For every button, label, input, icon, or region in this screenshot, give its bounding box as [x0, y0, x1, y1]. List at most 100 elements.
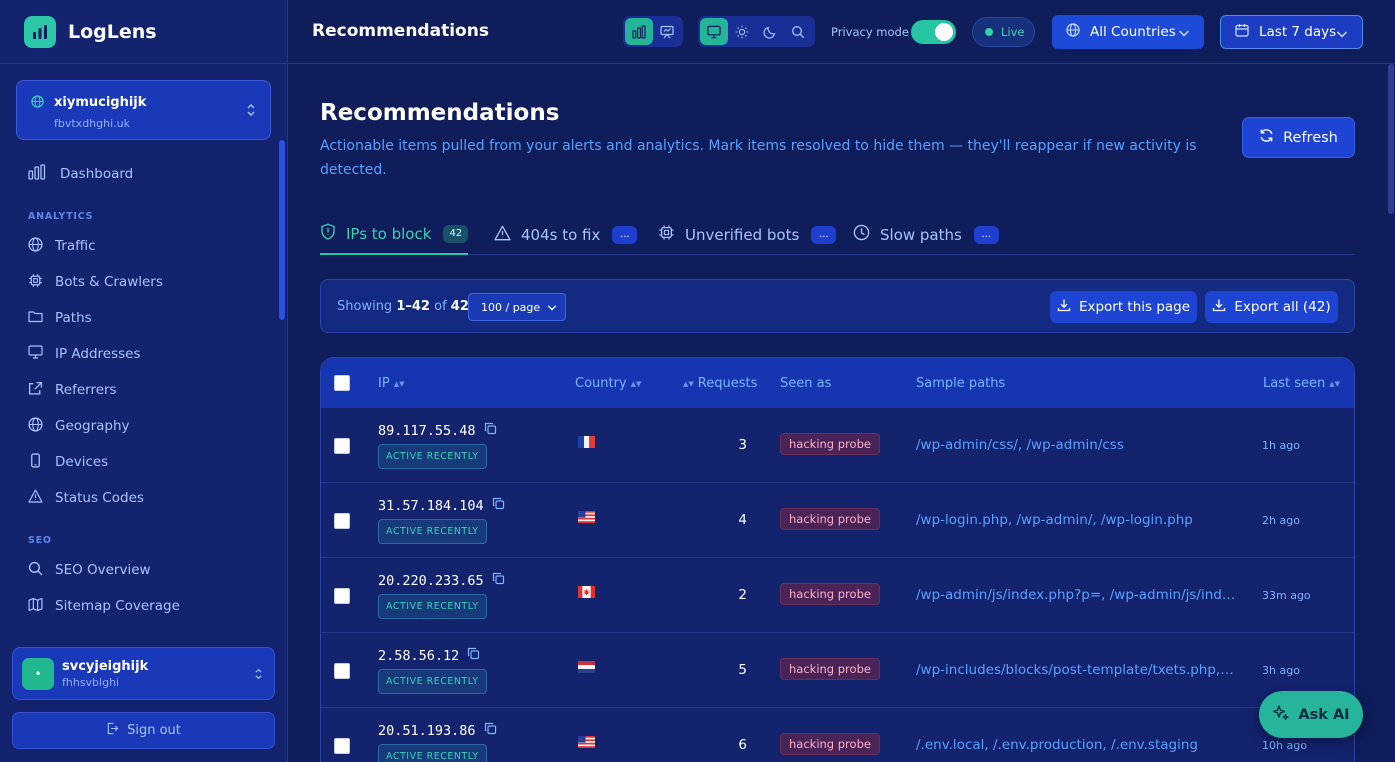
live-indicator[interactable]: Live	[972, 17, 1035, 47]
date-range-select[interactable]: Last 7 days	[1220, 15, 1363, 49]
sort-icon: ▲▼	[630, 379, 642, 388]
warning-icon	[494, 225, 511, 245]
sample-paths[interactable]: /.env.local, /.env.production, /.env.sta…	[916, 737, 1236, 753]
sidebar-item-traffic[interactable]: Traffic	[0, 228, 280, 264]
table-row[interactable]: 2.58.56.12 ACTIVE RECENTLY 5 hacking pro…	[321, 632, 1354, 707]
tab-404s-to-fix[interactable]: 404s to fix ...	[494, 214, 638, 255]
page-scrollbar[interactable]	[1387, 64, 1395, 762]
sample-paths[interactable]: /wp-admin/css/, /wp-admin/css	[916, 437, 1236, 453]
export-all-button[interactable]: Export all (42)	[1205, 291, 1338, 323]
last-seen: 1h ago	[1262, 439, 1300, 452]
ip-value: 2.58.56.12	[378, 647, 460, 664]
sidebar-item-sitemap-coverage[interactable]: Sitemap Coverage	[0, 588, 280, 624]
seen-as-badge: hacking probe	[780, 508, 880, 530]
logo-chart-icon	[24, 15, 56, 48]
system-theme-button[interactable]	[700, 18, 728, 45]
status-badge: ACTIVE RECENTLY	[378, 444, 487, 469]
copy-icon[interactable]	[484, 722, 497, 739]
column-label: Seen as	[780, 376, 832, 391]
scrollbar-thumb[interactable]	[1388, 64, 1394, 214]
sample-paths[interactable]: /wp-login.php, /wp-admin/, /wp-login.php	[916, 512, 1236, 528]
chip-icon	[28, 273, 43, 292]
sidebar-item-status-codes[interactable]: Status Codes	[0, 480, 280, 516]
row-checkbox[interactable]	[334, 438, 350, 454]
column-header-country[interactable]: Country ▲▼	[575, 376, 641, 391]
row-checkbox[interactable]	[334, 663, 350, 679]
country-select[interactable]: All Countries	[1052, 15, 1204, 49]
sort-icon: ▲▼	[1329, 379, 1341, 388]
copy-icon[interactable]	[492, 497, 505, 514]
per-page-value: 100 / page	[481, 300, 541, 314]
privacy-mode-toggle[interactable]	[911, 20, 956, 44]
site-switcher[interactable]: xiymucighijk fbvtxdhghi.uk	[16, 80, 271, 140]
tab-unverified-bots[interactable]: Unverified bots ...	[658, 214, 837, 255]
nav-section-seo: SEO	[28, 535, 52, 546]
per-page-select[interactable]: 100 / page	[468, 293, 566, 321]
column-label: Country	[575, 376, 627, 391]
table-row[interactable]: 31.57.184.104 ACTIVE RECENTLY 4 hacking …	[321, 482, 1354, 557]
table-row[interactable]: 89.117.55.48 ACTIVE RECENTLY 3 hacking p…	[321, 407, 1354, 482]
search-button[interactable]	[784, 18, 812, 45]
live-label: Live	[1001, 25, 1025, 39]
copy-icon[interactable]	[467, 647, 480, 664]
bar-chart-icon	[28, 164, 46, 184]
chevron-down-icon	[547, 302, 557, 315]
select-all-checkbox[interactable]	[334, 375, 350, 391]
tab-label: 404s to fix	[521, 225, 601, 244]
country-value: All Countries	[1090, 24, 1176, 40]
presentation-view-button[interactable]	[653, 18, 681, 45]
sign-out-label: Sign out	[127, 723, 181, 738]
live-dot-icon	[985, 28, 993, 36]
sidebar-item-label: Bots & Crawlers	[55, 274, 163, 290]
row-checkbox[interactable]	[334, 513, 350, 529]
tab-slow-paths[interactable]: Slow paths ...	[853, 214, 999, 255]
ip-value: 31.57.184.104	[378, 497, 484, 514]
copy-icon[interactable]	[484, 422, 497, 439]
user-menu[interactable]: • svcyjeighijk fhhsvblghi	[12, 647, 275, 700]
sidebar-item-referrers[interactable]: Referrers	[0, 372, 280, 408]
sidebar-item-bots[interactable]: Bots & Crawlers	[0, 264, 280, 300]
chart-view-button[interactable]	[625, 18, 653, 45]
dark-theme-button[interactable]	[756, 18, 784, 45]
toggle-knob	[935, 23, 953, 41]
ip-address: 2.58.56.12	[378, 647, 480, 664]
column-header-requests[interactable]: ▲▼ Requests	[683, 376, 757, 391]
column-header-last-seen[interactable]: Last seen ▲▼	[1263, 376, 1340, 391]
row-checkbox[interactable]	[334, 738, 350, 754]
export-page-button[interactable]: Export this page	[1050, 291, 1197, 323]
table-row[interactable]: 20.220.233.65 ACTIVE RECENTLY 2 hacking …	[321, 557, 1354, 632]
light-theme-button[interactable]	[728, 18, 756, 45]
export-page-label: Export this page	[1078, 299, 1191, 315]
sign-out-button[interactable]: Sign out	[12, 712, 275, 749]
column-label: Sample paths	[916, 376, 1006, 391]
brand[interactable]: LogLens	[0, 0, 287, 64]
sidebar-item-paths[interactable]: Paths	[0, 300, 280, 336]
tab-ips-to-block[interactable]: IPs to block 42	[320, 214, 469, 255]
sort-icon: ▲▼	[683, 379, 694, 388]
refresh-button[interactable]: Refresh	[1242, 117, 1355, 158]
sidebar-item-dashboard[interactable]: Dashboard	[0, 156, 280, 192]
sidebar-item-ip-addresses[interactable]: IP Addresses	[0, 336, 280, 372]
user-subtitle: fhhsvblghi	[62, 675, 120, 689]
column-header-sample-paths: Sample paths	[916, 376, 1005, 391]
section-heading: Recommendations	[320, 100, 560, 126]
sidebar-item-label: Traffic	[55, 238, 96, 254]
sidebar-item-seo-overview[interactable]: SEO Overview	[0, 552, 280, 588]
column-header-ip[interactable]: IP ▲▼	[378, 376, 404, 391]
sidebar-item-geography[interactable]: Geography	[0, 408, 280, 444]
ask-ai-button[interactable]: Ask AI	[1259, 691, 1363, 738]
sample-paths[interactable]: /wp-includes/blocks/post-template/txets.…	[916, 662, 1236, 678]
row-checkbox[interactable]	[334, 588, 350, 604]
avatar: •	[22, 657, 54, 690]
site-domain: fbvtxdhghi.uk	[54, 117, 130, 130]
sidebar-item-devices[interactable]: Devices	[0, 444, 280, 480]
phone-icon	[28, 452, 43, 472]
copy-icon[interactable]	[492, 572, 505, 589]
folder-icon	[28, 309, 43, 327]
status-badge: ACTIVE RECENTLY	[378, 744, 487, 762]
globe-icon	[28, 416, 43, 436]
table-row[interactable]: 20.51.193.86 ACTIVE RECENTLY 6 hacking p…	[321, 707, 1354, 762]
ip-table: IP ▲▼ Country ▲▼ ▲▼ Requests Seen as Sample…	[320, 357, 1355, 762]
sample-paths[interactable]: /wp-admin/js/index.php?p=, /wp-admin/js/…	[916, 587, 1236, 603]
table-toolbar: Showing 1–42 of 42 100 / page Export thi…	[320, 279, 1355, 333]
